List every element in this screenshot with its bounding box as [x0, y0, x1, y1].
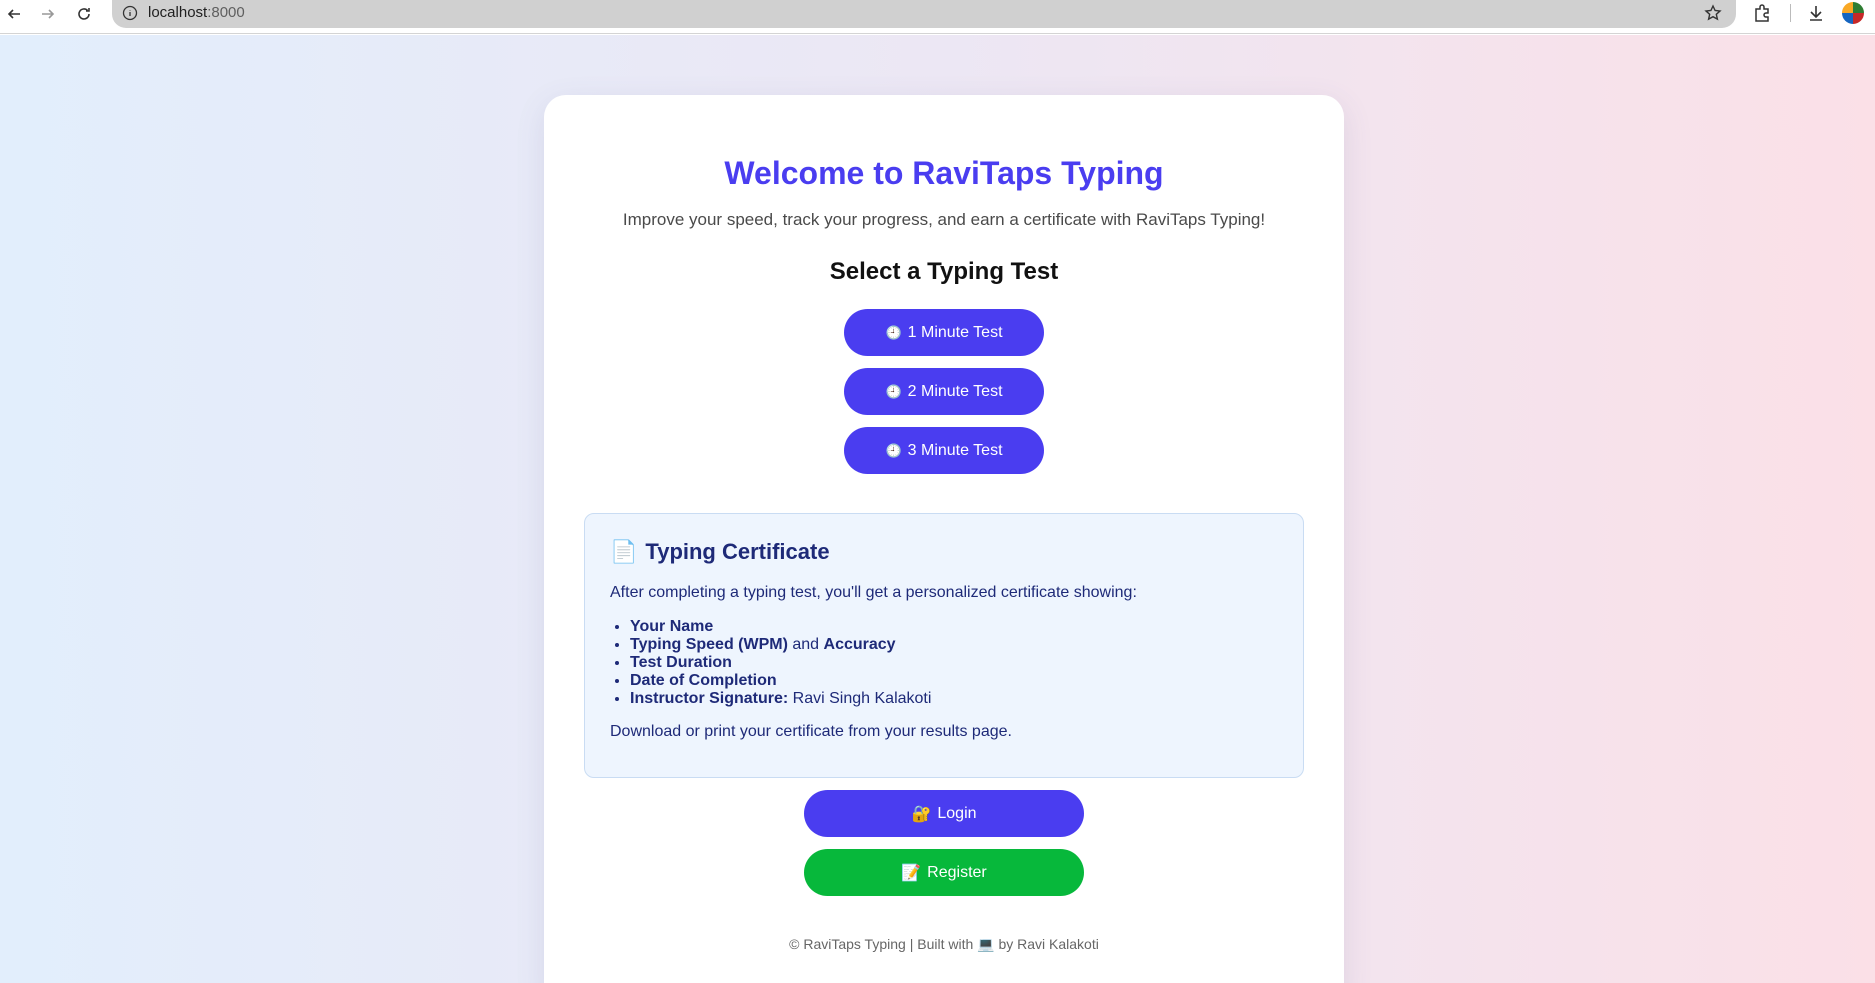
clock-icon: 🕘	[885, 442, 902, 458]
certificate-heading: 📄 Typing Certificate	[610, 539, 830, 565]
list-item: Typing Speed (WPM) and Accuracy	[630, 636, 931, 654]
url-port: :8000	[207, 4, 245, 21]
item-and: and	[787, 636, 824, 653]
list-item: Date of Completion	[630, 672, 931, 690]
main-card: Welcome to RaviTaps Typing Improve your …	[544, 95, 1344, 983]
lock-icon: 🔐	[911, 805, 932, 823]
extensions-icon[interactable]	[1752, 3, 1772, 23]
star-icon[interactable]	[1704, 4, 1722, 22]
page-footer: © RaviTaps Typing | Built with 💻 by Ravi…	[789, 936, 1099, 952]
test-button-label: 2 Minute Test	[907, 382, 1003, 400]
certificate-info-box: 📄 Typing Certificate After completing a …	[584, 513, 1304, 778]
certificate-note: Download or print your certificate from …	[610, 723, 1012, 740]
page-subtitle: Improve your speed, track your progress,…	[622, 210, 1266, 229]
back-icon[interactable]	[2, 2, 26, 26]
two-minute-test-button[interactable]: 🕘 2 Minute Test	[844, 368, 1044, 415]
three-minute-test-button[interactable]: 🕘 3 Minute Test	[844, 427, 1044, 474]
url-text[interactable]: localhost:8000	[148, 4, 245, 21]
item-date: Date of Completion	[630, 672, 777, 689]
certificate-heading-text: Typing Certificate	[645, 539, 830, 564]
list-item: Instructor Signature: Ravi Singh Kalakot…	[630, 690, 931, 708]
document-icon: 📄	[610, 539, 638, 564]
test-button-label: 1 Minute Test	[907, 323, 1003, 341]
certificate-feature-list: Your Name Typing Speed (WPM) and Accurac…	[630, 618, 931, 708]
memo-icon: 📝	[901, 864, 922, 882]
login-label: Login	[937, 804, 977, 822]
clock-icon: 🕘	[885, 324, 902, 340]
forward-icon[interactable]	[36, 2, 60, 26]
login-button[interactable]: 🔐 Login	[804, 790, 1084, 837]
item-name: Your Name	[630, 618, 714, 635]
url-host: localhost	[148, 4, 208, 21]
item-accuracy: Accuracy	[823, 636, 896, 653]
item-duration: Test Duration	[630, 654, 732, 671]
page-background: Welcome to RaviTaps Typing Improve your …	[0, 35, 1875, 983]
profile-avatar[interactable]	[1842, 2, 1864, 24]
clock-icon: 🕘	[885, 383, 902, 399]
page-title: Welcome to RaviTaps Typing	[724, 155, 1164, 191]
item-speed: Typing Speed (WPM)	[630, 636, 788, 653]
item-signature-value: Ravi Singh Kalakoti	[788, 690, 932, 707]
browser-toolbar: localhost:8000	[0, 0, 1875, 34]
toolbar-divider	[1790, 4, 1791, 22]
download-icon[interactable]	[1806, 3, 1826, 23]
certificate-intro: After completing a typing test, you'll g…	[610, 584, 1137, 601]
test-button-label: 3 Minute Test	[907, 441, 1003, 459]
item-signature-label: Instructor Signature:	[630, 690, 789, 707]
reload-icon[interactable]	[72, 2, 96, 26]
test-section-heading: Select a Typing Test	[829, 258, 1059, 285]
list-item: Your Name	[630, 618, 931, 636]
info-icon[interactable]	[122, 5, 138, 21]
list-item: Test Duration	[630, 654, 931, 672]
register-label: Register	[927, 863, 987, 881]
register-button[interactable]: 📝 Register	[804, 849, 1084, 896]
one-minute-test-button[interactable]: 🕘 1 Minute Test	[844, 309, 1044, 356]
address-bar[interactable]: localhost:8000	[112, 0, 1736, 28]
